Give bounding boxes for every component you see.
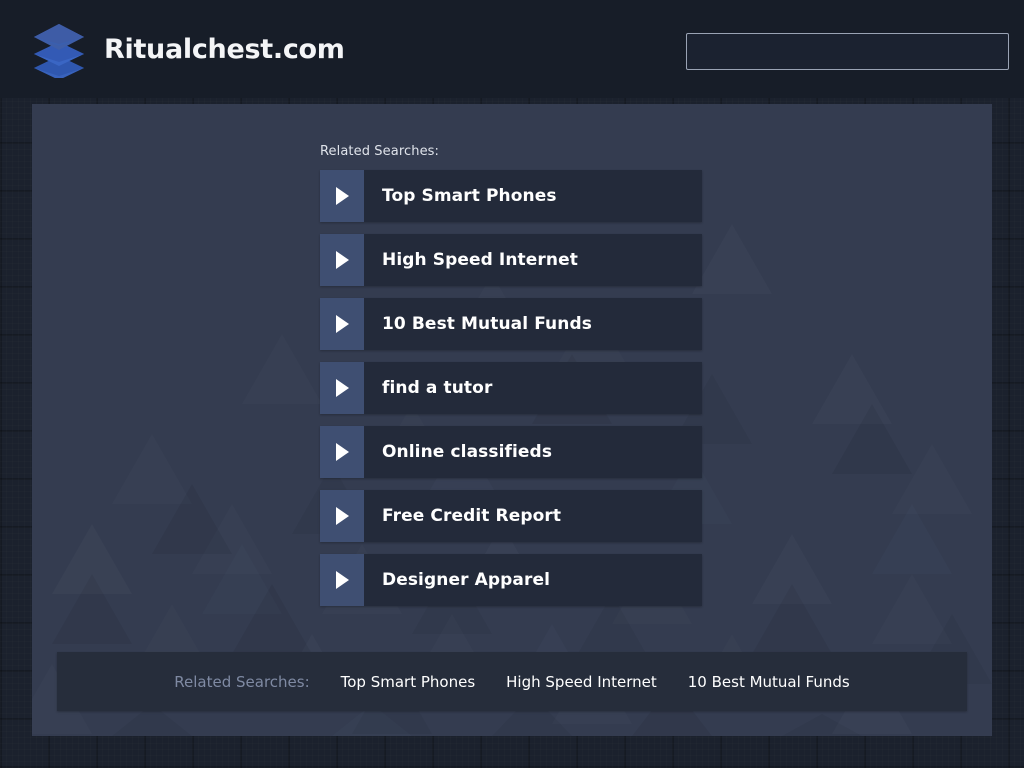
related-search-row[interactable]: Online classifieds (320, 426, 702, 478)
footer-related-searches-caption: Related Searches: (174, 672, 310, 691)
related-search-label: Free Credit Report (382, 506, 562, 526)
stacked-layers-icon (30, 20, 88, 78)
header-search-container (686, 33, 1009, 70)
footer-related-searches-bar: Related Searches: Top Smart Phones High … (57, 652, 967, 711)
related-search-row[interactable]: High Speed Internet (320, 234, 702, 286)
related-search-row[interactable]: find a tutor (320, 362, 702, 414)
related-search-label: 10 Best Mutual Funds (382, 314, 592, 334)
related-search-label: High Speed Internet (382, 250, 578, 270)
related-search-label-cell: High Speed Internet (364, 234, 702, 286)
related-search-label-cell: Free Credit Report (364, 490, 702, 542)
play-triangle-icon (320, 298, 364, 350)
related-search-row[interactable]: Free Credit Report (320, 490, 702, 542)
site-header: Ritualchest.com (0, 0, 1024, 98)
play-triangle-icon (320, 234, 364, 286)
play-triangle-icon (320, 554, 364, 606)
related-searches-caption: Related Searches: (320, 144, 440, 159)
footer-related-search-link[interactable]: 10 Best Mutual Funds (688, 673, 850, 691)
brand-logo-link[interactable]: Ritualchest.com (30, 20, 345, 78)
related-search-row[interactable]: Top Smart Phones (320, 170, 702, 222)
footer-related-search-link[interactable]: High Speed Internet (506, 673, 657, 691)
related-search-label-cell: Online classifieds (364, 426, 702, 478)
related-search-row[interactable]: Designer Apparel (320, 554, 702, 606)
related-search-label-cell: Designer Apparel (364, 554, 702, 606)
related-search-label-cell: Top Smart Phones (364, 170, 702, 222)
related-search-label-cell: find a tutor (364, 362, 702, 414)
play-triangle-icon (320, 426, 364, 478)
footer-related-search-link[interactable]: Top Smart Phones (341, 673, 476, 691)
related-search-label: Top Smart Phones (382, 186, 557, 206)
related-search-label: find a tutor (382, 378, 493, 398)
related-search-label-cell: 10 Best Mutual Funds (364, 298, 702, 350)
related-search-label: Online classifieds (382, 442, 553, 462)
search-input[interactable] (686, 33, 1009, 70)
main-content-panel: Related Searches: Top Smart Phones High … (32, 104, 992, 736)
related-search-row[interactable]: 10 Best Mutual Funds (320, 298, 702, 350)
play-triangle-icon (320, 362, 364, 414)
related-searches-block: Related Searches: Top Smart Phones High … (320, 144, 702, 618)
brand-title: Ritualchest.com (104, 33, 345, 65)
play-triangle-icon (320, 170, 364, 222)
related-search-label: Designer Apparel (382, 570, 550, 590)
play-triangle-icon (320, 490, 364, 542)
